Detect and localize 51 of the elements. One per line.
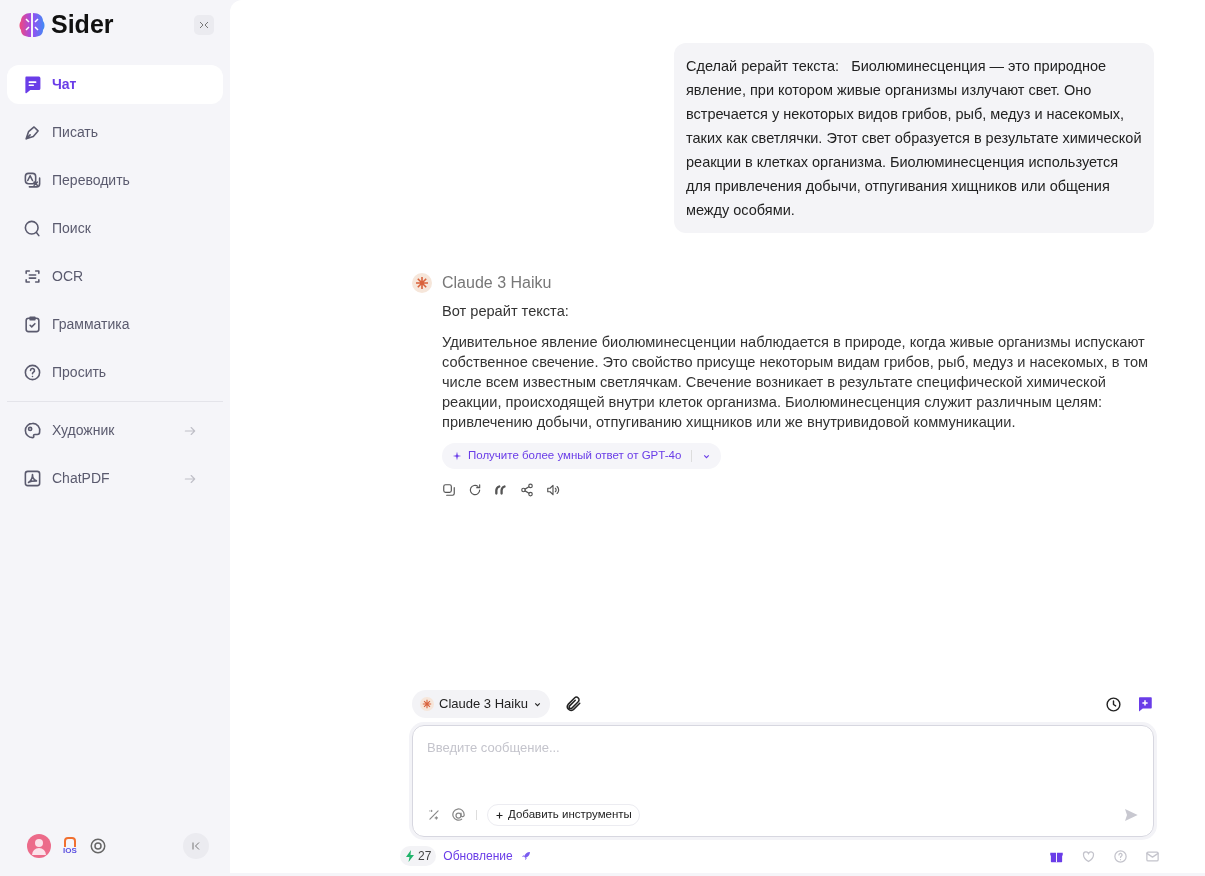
- sidebar-item[interactable]: Переводить: [7, 161, 223, 200]
- translate-icon: [23, 171, 42, 190]
- pdf-file-icon: [23, 469, 42, 488]
- at-sign-icon[interactable]: [451, 807, 466, 823]
- help-icon: [23, 363, 42, 382]
- share-icon[interactable]: [520, 483, 534, 497]
- sidebar-item[interactable]: Просить: [7, 353, 223, 392]
- reply-paragraph: Вот рерайт текста:: [442, 302, 570, 321]
- credits-counter: 27: [400, 846, 437, 866]
- avatar-icon[interactable]: [27, 834, 51, 858]
- model-selector[interactable]: Claude 3 Haiku: [412, 690, 550, 718]
- magic-wand-icon[interactable]: [427, 808, 441, 822]
- add-tools-button[interactable]: Добавить инструменты: [487, 804, 640, 826]
- model-logo-icon: [412, 273, 432, 293]
- speaker-icon[interactable]: [546, 483, 560, 497]
- reply-paragraph: Удивительное явление биолюминесценции наблюдается в природе, когда живые организмы испускают собственное свечение. Это свойство присуще некоторым видам грибов, рыб, медуз и насекомых, в том числе всем известным светлячкам. Свечение возникает в результате специфической химической реакции, происходящей внутри клеток организма. Биолюминесценция служит различным целям: привлечению добычи, отпугиванию хищников или же внутривидовой коммуникации.: [442, 333, 1150, 432]
- paperclip-icon[interactable]: [563, 695, 582, 713]
- brain-logo-icon: [17, 10, 47, 40]
- scan-icon: [23, 267, 42, 286]
- chat-bubble-icon: [23, 75, 42, 94]
- sidebar-item[interactable]: Поиск: [7, 209, 223, 248]
- quote-icon[interactable]: [494, 483, 508, 497]
- plus-icon: [495, 810, 504, 820]
- user-message: Сделай рерайт текста: Биолюминесценция — это природное явление, при котором живые организмы излучают свет. Оно встречается у некоторых видов грибов, рыб, медуз и насекомых, таких как светлячки. Этот свет образуется в результате химической реакции в клетках организма. Биолюминесценция используется для привлечения добычи, отпугивания хищников или общения между особями.: [674, 43, 1154, 233]
- sparkle-icon: [452, 451, 462, 461]
- sidebar-item[interactable]: OCR: [7, 257, 223, 296]
- model-name: Claude 3 Haiku: [442, 273, 552, 293]
- pen-icon: [23, 123, 42, 142]
- history-icon[interactable]: [1105, 695, 1122, 713]
- upgrade-answer-button[interactable]: Получите более умный ответ от GPT-4o: [442, 443, 722, 469]
- collapse-sidebar-button[interactable]: [194, 15, 214, 35]
- palette-icon: [23, 421, 42, 440]
- lightning-icon: [405, 850, 415, 862]
- model-logo-icon: [420, 697, 434, 711]
- sidebar-item[interactable]: Писать: [7, 113, 223, 152]
- sidebar-item[interactable]: Художник: [7, 411, 223, 450]
- copy-icon[interactable]: [442, 483, 456, 497]
- new-chat-icon[interactable]: [1136, 695, 1154, 713]
- search-icon: [23, 219, 42, 238]
- collapse-left-icon: [190, 840, 202, 852]
- message-composer[interactable]: Введите сообщение... Добавить инструменты: [412, 725, 1154, 837]
- refresh-icon[interactable]: [468, 483, 482, 497]
- sidebar-item[interactable]: Чат: [7, 65, 223, 104]
- collapse-arrows-icon: [198, 19, 210, 31]
- clipboard-check-icon: [23, 315, 42, 334]
- sidebar-item[interactable]: ChatPDF: [7, 459, 223, 498]
- rocket-icon: [519, 850, 532, 862]
- update-link[interactable]: Обновление: [443, 847, 513, 865]
- brand-name: Sider: [51, 9, 114, 41]
- sidebar-item[interactable]: Грамматика: [7, 305, 223, 344]
- settings-icon[interactable]: [89, 837, 107, 855]
